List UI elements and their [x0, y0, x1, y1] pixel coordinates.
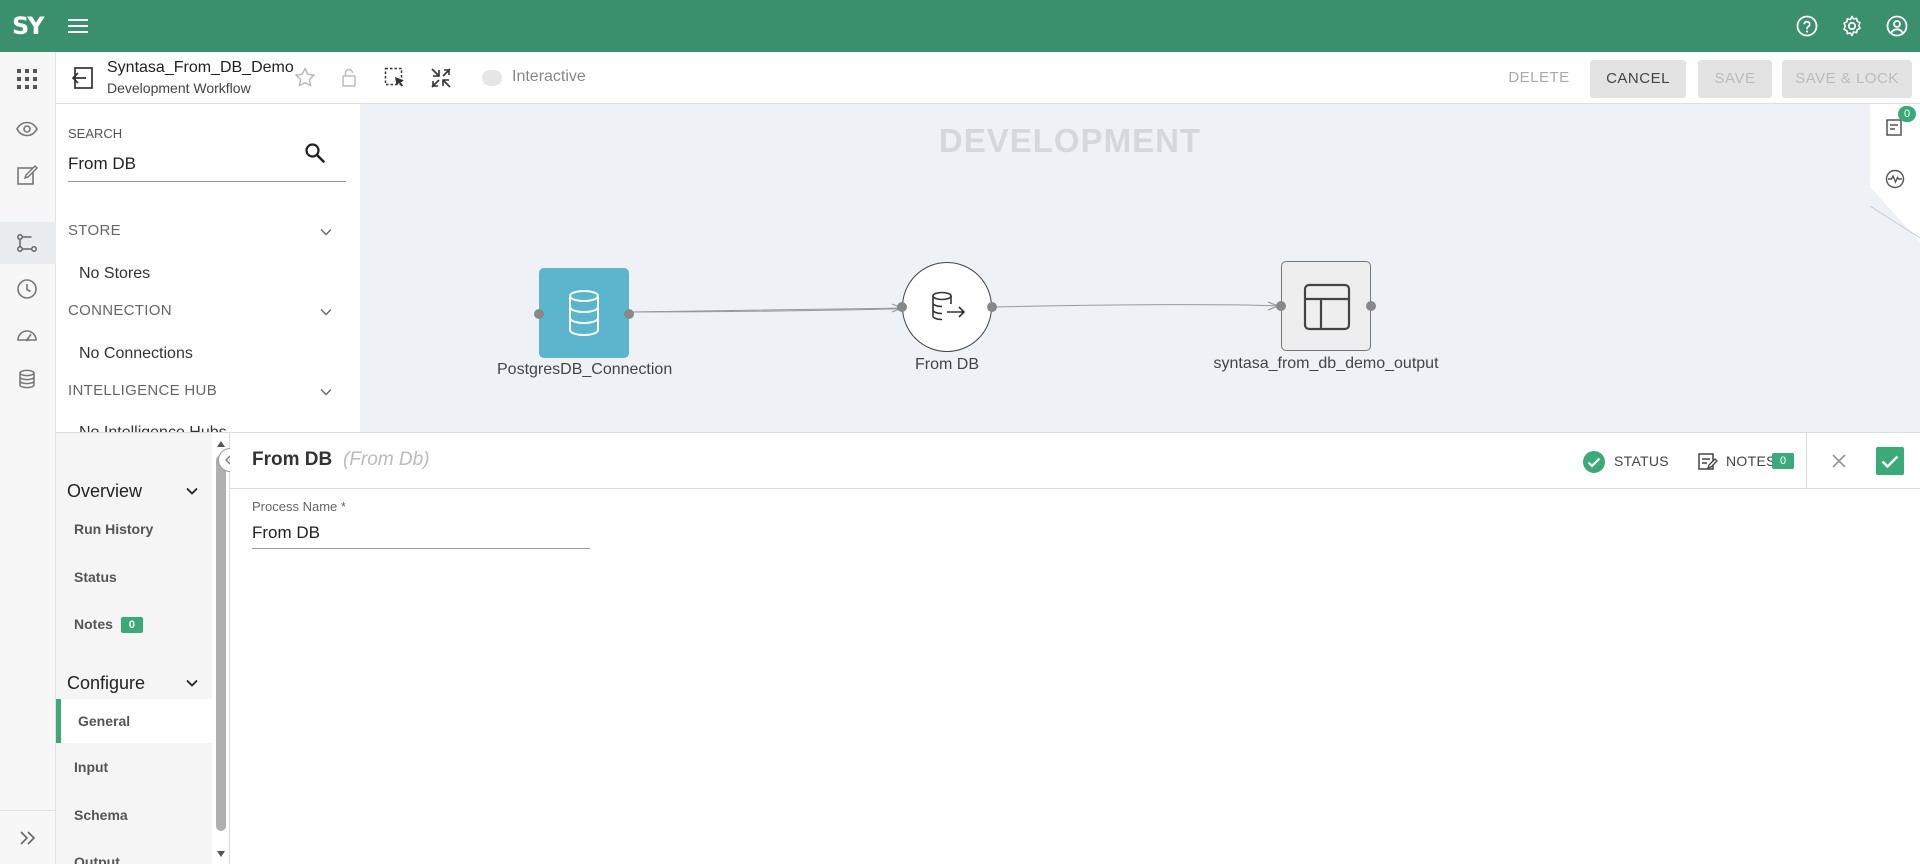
close-icon[interactable]	[1830, 452, 1848, 470]
notes-icon[interactable]	[1696, 451, 1718, 473]
process-name-input[interactable]	[252, 517, 590, 549]
chevron-down-icon[interactable]	[318, 224, 334, 240]
nav-scrollbar[interactable]	[212, 432, 230, 864]
left-nav-rail	[0, 52, 56, 864]
node-from-db-process[interactable]	[902, 262, 992, 352]
interactive-toggle[interactable]	[482, 70, 502, 86]
confirm-button[interactable]	[1876, 447, 1904, 475]
app-logo[interactable]: SY	[12, 12, 45, 40]
notes-count-badge: 0	[1898, 106, 1916, 122]
activity-pulse-icon[interactable]	[1884, 168, 1906, 190]
category-store[interactable]: STORE	[68, 222, 121, 239]
database-export-icon	[932, 291, 966, 321]
chevron-down-icon[interactable]	[318, 384, 334, 400]
node-port-left[interactable]	[897, 302, 907, 312]
nav-item-general-active[interactable]: General	[56, 699, 212, 743]
top-app-bar: SY	[0, 0, 1920, 52]
chevron-down-icon[interactable]	[318, 304, 334, 320]
properties-nav: Overview Run History Status Notes 0 Confi…	[56, 432, 212, 864]
node-port-right[interactable]	[624, 309, 634, 319]
node-port-right[interactable]	[987, 302, 997, 312]
rail-expand-toggle[interactable]	[0, 810, 56, 864]
node-port-left[interactable]	[1276, 301, 1286, 311]
notes-tab[interactable]: NOTES	[1726, 453, 1776, 469]
node-postgres-connection[interactable]	[539, 268, 629, 358]
component-search-panel: SEARCH STORE No Stores CONNECTION No Con…	[56, 104, 360, 432]
status-tab[interactable]: STATUS	[1614, 453, 1669, 469]
node-label: From DB	[915, 356, 979, 373]
interactive-label: Interactive	[512, 68, 586, 85]
delete-button[interactable]: DELETE	[1500, 60, 1578, 96]
storage-stack-icon[interactable]	[14, 366, 40, 392]
workflow-icon[interactable]	[14, 230, 40, 256]
search-label: SEARCH	[68, 126, 123, 141]
apps-grid-icon[interactable]	[14, 66, 40, 92]
node-label: syntasa_from_db_demo_output	[1213, 355, 1439, 372]
back-exit-icon[interactable]	[70, 65, 96, 91]
menu-icon[interactable]	[66, 14, 90, 38]
workflow-header: Syntasa_From_DB_Demo Development Workflo…	[56, 52, 1920, 104]
chevron-down-icon[interactable]	[184, 675, 200, 691]
edge-fromdb-to-output	[993, 304, 1279, 308]
nav-item-notes-label: Notes	[74, 616, 113, 632]
chevron-down-icon[interactable]	[184, 483, 200, 499]
account-icon[interactable]	[1885, 14, 1909, 38]
save-and-lock-button[interactable]: SAVE & LOCK	[1782, 60, 1912, 98]
favorite-star-icon[interactable]	[292, 65, 318, 91]
node-port-right[interactable]	[1366, 301, 1376, 311]
select-area-icon[interactable]	[382, 65, 408, 91]
workflow-subtitle: Development Workflow	[107, 80, 251, 96]
nav-item-input[interactable]: Input	[74, 759, 108, 775]
nav-section-configure[interactable]: Configure	[67, 673, 145, 694]
double-chevron-right-icon	[20, 831, 36, 845]
dashboard-gauge-icon[interactable]	[14, 322, 40, 348]
workflow-canvas[interactable]: DEVELOPMENT PostgresDB_Connection From D…	[360, 104, 1920, 432]
history-clock-icon[interactable]	[14, 276, 40, 302]
category-connection-empty: No Connections	[79, 345, 193, 362]
scroll-thumb[interactable]	[216, 455, 226, 831]
node-port-left[interactable]	[534, 309, 544, 319]
status-check-icon[interactable]	[1582, 450, 1606, 474]
view-eye-icon[interactable]	[14, 116, 40, 142]
check-icon	[1881, 455, 1899, 469]
process-title: From DB	[252, 449, 333, 470]
category-intelligence-hub-empty: No Intelligence Hubs	[79, 424, 227, 432]
category-connection[interactable]: CONNECTION	[68, 302, 172, 319]
settings-gear-icon[interactable]	[1840, 14, 1864, 38]
search-icon[interactable]	[302, 140, 328, 166]
nav-item-notes[interactable]: Notes 0	[74, 616, 143, 633]
category-intelligence-hub[interactable]: INTELLIGENCE HUB	[68, 382, 217, 399]
nav-item-status[interactable]: Status	[74, 569, 117, 585]
properties-panel: From DB (From Db) STATUS NOTES 0 Process…	[230, 432, 1920, 864]
scroll-up-icon[interactable]	[216, 439, 226, 449]
fit-to-screen-icon[interactable]	[428, 65, 454, 91]
process-name-label: Process Name *	[252, 499, 346, 514]
nav-item-output[interactable]: Output	[74, 854, 120, 864]
save-button[interactable]: SAVE	[1698, 60, 1772, 98]
table-layout-icon	[1303, 283, 1351, 331]
node-label: PostgresDB_Connection	[497, 361, 673, 378]
nav-item-general: General	[78, 713, 131, 729]
properties-header: From DB (From Db) STATUS NOTES 0	[230, 433, 1920, 489]
lock-icon[interactable]	[336, 65, 362, 91]
side-tools-fold	[1870, 206, 1920, 239]
process-type: (From Db)	[343, 449, 430, 470]
notes-count-badge: 0	[1772, 453, 1794, 469]
workflow-title: Syntasa_From_DB_Demo	[107, 59, 294, 76]
category-store-empty: No Stores	[79, 265, 151, 282]
scroll-down-icon[interactable]	[216, 849, 226, 859]
node-output-table[interactable]	[1281, 261, 1371, 351]
nav-notes-badge: 0	[120, 617, 143, 633]
database-icon	[569, 290, 599, 337]
nav-section-overview[interactable]: Overview	[67, 481, 142, 502]
nav-item-run-history[interactable]: Run History	[74, 521, 153, 537]
cancel-button[interactable]: CANCEL	[1590, 60, 1686, 98]
edit-note-icon[interactable]	[14, 162, 40, 188]
help-icon[interactable]	[1795, 14, 1819, 38]
nav-item-schema[interactable]: Schema	[74, 807, 128, 823]
header-divider	[1806, 433, 1807, 489]
